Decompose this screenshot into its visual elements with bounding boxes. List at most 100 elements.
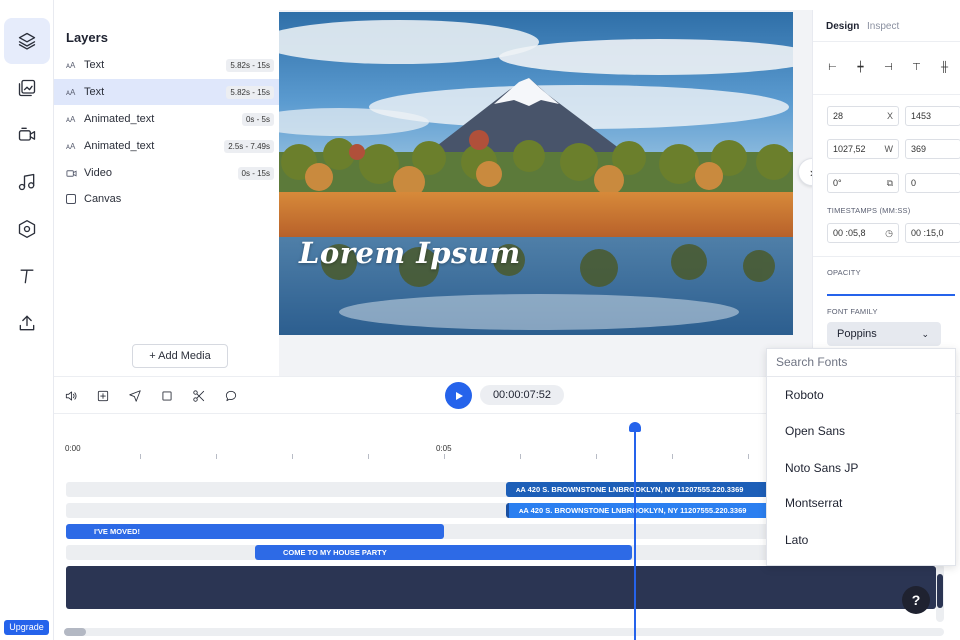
canvas-text-overlay[interactable]: Lorem Ipsum <box>299 236 521 270</box>
add-media-button[interactable]: + Add Media <box>132 344 228 368</box>
start-time-field[interactable]: 00 :05,8 ◷ <box>827 223 899 243</box>
question-icon: ? <box>911 592 921 608</box>
layer-row-animated-text-1[interactable]: ᴀA Animated_text 0s - 5s <box>54 106 279 132</box>
left-rail: Upgrade <box>0 0 54 640</box>
font-search-input[interactable]: Search Fonts <box>767 349 957 377</box>
w-suffix: W <box>884 144 894 154</box>
hexagon-icon <box>18 220 36 238</box>
font-family-select[interactable]: Poppins ⌄ <box>827 322 941 346</box>
rotate-icon: ⧉ <box>886 177 893 188</box>
layer-name: Text <box>84 59 105 71</box>
horizontal-scrollbar-track <box>64 628 944 636</box>
layer-row-text-2[interactable]: ᴀA Text 5.82s - 15s <box>54 79 279 105</box>
divider <box>813 256 960 257</box>
layer-row-canvas[interactable]: Canvas <box>54 186 279 212</box>
horizontal-scrollbar-thumb[interactable] <box>64 628 86 636</box>
video-layer-icon <box>66 168 80 179</box>
text-t-icon <box>20 269 34 284</box>
radius-field[interactable]: 0 <box>905 173 960 193</box>
rotation-field[interactable]: 0° ⧉ <box>827 173 899 193</box>
rotation-value: 0° <box>833 178 842 188</box>
ruler-tick <box>672 454 673 459</box>
layer-row-text-1[interactable]: ᴀA Text 5.82s - 15s <box>54 52 279 78</box>
layer-time-badge: 0s - 5s <box>241 112 274 126</box>
cut-button[interactable] <box>190 387 208 405</box>
opacity-slider[interactable] <box>827 294 955 296</box>
ruler-tick <box>368 454 369 459</box>
ruler-tick <box>140 454 141 459</box>
font-option-montserrat[interactable]: Montserrat <box>785 496 842 510</box>
video-rail-button[interactable] <box>4 112 50 158</box>
music-note-icon <box>18 173 35 191</box>
layer-row-animated-text-2[interactable]: ᴀA Animated_text 2.5s - 7.49s <box>54 133 279 159</box>
upload-rail-button[interactable] <box>4 300 50 346</box>
text-layer-icon: ᴀA <box>66 60 76 70</box>
ruler-tick <box>520 454 521 459</box>
play-button[interactable] <box>445 382 472 409</box>
clip-party[interactable]: COME TO MY HOUSE PARTY <box>255 545 632 560</box>
layers-icon <box>18 32 36 50</box>
text-layer-icon: ᴀA <box>66 141 76 151</box>
height-field[interactable]: 369 <box>905 139 960 159</box>
tab-design[interactable]: Design <box>826 21 859 32</box>
upload-icon <box>19 315 35 331</box>
opacity-label: OPACITY <box>827 268 861 277</box>
layer-time-badge: 2.5s - 7.49s <box>224 139 274 153</box>
align-center-icon[interactable]: ┿ <box>855 62 866 73</box>
font-family-value: Poppins <box>837 328 877 340</box>
end-time-field[interactable]: 00 :15,0 <box>905 223 960 243</box>
canvas-preview[interactable]: Lorem Ipsum <box>279 12 793 335</box>
align-right-icon[interactable]: ⊣ <box>883 62 894 73</box>
design-tabs: Design Inspect <box>813 10 960 42</box>
x-suffix: X <box>886 111 893 121</box>
font-option-open-sans[interactable]: Open Sans <box>785 424 845 438</box>
position-x-field[interactable]: 28 X <box>827 106 899 126</box>
timestamps-label: TIMESTAMPS (MM:SS) <box>827 206 911 215</box>
clip-moved[interactable]: I'VE MOVED! <box>66 524 444 539</box>
square-icon <box>162 391 172 401</box>
media-rail-button[interactable] <box>4 65 50 111</box>
shape-button[interactable] <box>158 387 176 405</box>
video-track-clip[interactable] <box>66 566 936 609</box>
upgrade-button[interactable]: Upgrade <box>4 620 49 635</box>
tab-inspect[interactable]: Inspect <box>867 21 899 32</box>
vertical-scrollbar-thumb[interactable] <box>937 574 943 608</box>
end-time-value: 00 :15,0 <box>911 228 944 238</box>
clock-icon: ◷ <box>885 227 893 238</box>
width-field[interactable]: 1027,52 W <box>827 139 899 159</box>
pointer-button[interactable] <box>126 387 144 405</box>
clip-address-2[interactable]: ᴀA 420 S. BROWNSTONE LNBROOKLYN, NY 1120… <box>506 503 776 518</box>
checkbox-icon[interactable] <box>66 194 80 204</box>
position-y-field[interactable]: 1453 <box>905 106 960 126</box>
playhead-handle[interactable] <box>629 422 641 432</box>
elements-rail-button[interactable] <box>4 206 50 252</box>
layer-row-video[interactable]: Video 0s - 15s <box>54 160 279 186</box>
layer-name: Canvas <box>84 193 122 205</box>
font-family-label: FONT FAMILY <box>827 307 878 316</box>
layer-name: Animated_text <box>84 113 155 125</box>
font-option-roboto[interactable]: Roboto <box>785 388 824 402</box>
align-top-icon[interactable]: ⊤ <box>911 62 922 73</box>
align-left-icon[interactable]: ⊢ <box>827 62 838 73</box>
clip-address-1[interactable]: ᴀA 420 S. BROWNSTONE LNBROOKLYN, NY 1120… <box>506 482 776 497</box>
start-time-value: 00 :05,8 <box>833 228 866 238</box>
help-button[interactable]: ? <box>902 586 930 614</box>
font-option-lato[interactable]: Lato <box>785 533 808 547</box>
video-editor-app: Upgrade Layers ᴀA Text 5.82s - 15s ᴀA Te… <box>0 0 960 640</box>
layer-name: Animated_text <box>84 140 155 152</box>
text-layer-icon: ᴀA <box>66 114 76 124</box>
add-button[interactable] <box>94 387 112 405</box>
comment-button[interactable] <box>222 387 240 405</box>
layers-rail-button[interactable] <box>4 18 50 64</box>
text-rail-button[interactable] <box>4 253 50 299</box>
audio-rail-button[interactable] <box>4 159 50 205</box>
font-dropdown: Search Fonts Roboto Open Sans Noto Sans … <box>766 348 957 566</box>
ruler-label-start: 0:00 <box>65 444 81 453</box>
width-value: 1027,52 <box>833 144 866 154</box>
playhead-line[interactable] <box>634 424 636 640</box>
font-option-noto-sans-jp[interactable]: Noto Sans JP <box>785 461 858 475</box>
add-square-icon <box>97 390 109 402</box>
gallery-icon <box>18 79 36 97</box>
volume-button[interactable] <box>62 387 80 405</box>
align-middle-icon[interactable]: ╫ <box>939 62 950 73</box>
